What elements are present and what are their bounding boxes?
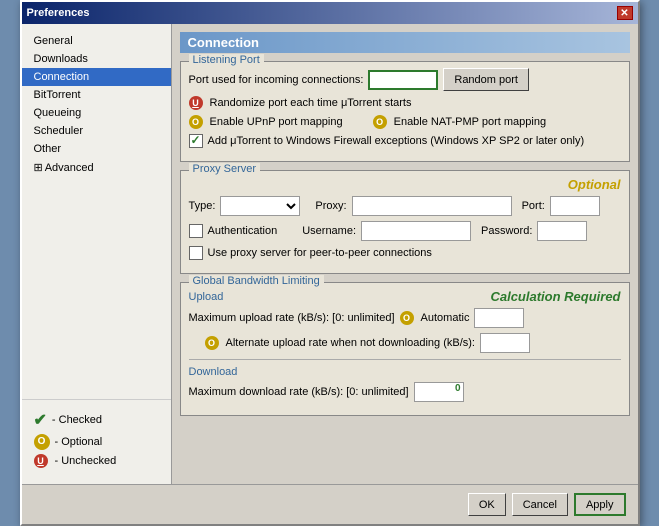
calc-required-text: Calculation Required: [490, 289, 620, 304]
firewall-checkbox[interactable]: [189, 134, 203, 148]
port-input[interactable]: [368, 70, 438, 90]
password-input[interactable]: [537, 221, 587, 241]
port-used-label: Port used for incoming connections:: [189, 74, 364, 86]
optional-text: Optional: [568, 177, 621, 192]
max-upload-label: Maximum upload rate (kB/s): [0: unlimite…: [189, 312, 395, 324]
proxy-server-group: Proxy Server Optional Type: Proxy: Port:: [180, 170, 630, 274]
proxy-port-input[interactable]: [550, 196, 600, 216]
type-label: Type:: [189, 200, 216, 212]
main-content: Connection Listening Port Port used for …: [172, 24, 638, 484]
alt-upload-label: Alternate upload rate when not downloadi…: [226, 337, 476, 349]
proxy-type-row: Type: Proxy: Port:: [189, 196, 621, 216]
peer-proxy-label: Use proxy server for peer-to-peer connec…: [208, 247, 432, 259]
dialog-body: General Downloads Connection BitTorrent …: [22, 24, 638, 484]
listening-port-label: Listening Port: [189, 54, 264, 66]
firewall-label: Add μTorrent to Windows Firewall excepti…: [208, 135, 585, 147]
upnp-row: O Enable UPnP port mapping O Enable NAT-…: [189, 115, 621, 129]
sidebar-item-other[interactable]: Other: [22, 140, 171, 158]
sidebar-item-scheduler[interactable]: Scheduler: [22, 122, 171, 140]
automatic-radio-icon[interactable]: O: [400, 311, 414, 325]
max-download-row: Maximum download rate (kB/s): [0: unlimi…: [189, 382, 621, 402]
username-input[interactable]: [361, 221, 471, 241]
proxy-label: Proxy:: [315, 200, 346, 212]
ok-button[interactable]: OK: [468, 493, 506, 516]
password-label: Password:: [481, 225, 532, 237]
sidebar-item-bittorrent[interactable]: BitTorrent: [22, 86, 171, 104]
natpmp-radio-icon[interactable]: O: [373, 115, 387, 129]
legend-section: ✔ - Checked O - Optional U - Unchecked: [22, 399, 171, 484]
upnp-label: Enable UPnP port mapping: [210, 116, 343, 128]
legend-optional: O - Optional: [34, 434, 159, 450]
natpmp-label: Enable NAT-PMP port mapping: [394, 116, 546, 128]
firewall-row: Add μTorrent to Windows Firewall excepti…: [189, 134, 621, 148]
port-row: Port used for incoming connections: Rand…: [189, 68, 621, 91]
max-download-label: Maximum download rate (kB/s): [0: unlimi…: [189, 386, 409, 398]
randomize-row: U Randomize port each time μTorrent star…: [189, 96, 621, 110]
random-port-button[interactable]: Random port: [443, 68, 529, 91]
expand-icon: ⊞: [34, 161, 43, 174]
randomize-label: Randomize port each time μTorrent starts: [210, 97, 412, 109]
title-bar: Preferences ✕: [22, 2, 638, 24]
close-button[interactable]: ✕: [617, 6, 633, 20]
legend-checked: ✔ - Checked: [34, 410, 159, 430]
proxy-server-label: Proxy Server: [189, 163, 261, 175]
checkmark-icon: ✔: [34, 410, 47, 430]
listening-port-group: Listening Port Port used for incoming co…: [180, 61, 630, 162]
upload-sublabel: Upload: [189, 291, 224, 303]
section-header: Connection: [180, 32, 630, 53]
preferences-dialog: Preferences ✕ General Downloads Connecti…: [20, 0, 640, 526]
sidebar-item-general[interactable]: General: [22, 32, 171, 50]
sidebar: General Downloads Connection BitTorrent …: [22, 24, 172, 484]
download-value: 0: [455, 383, 461, 394]
uncheck-icon: U: [34, 454, 48, 468]
auth-checkbox[interactable]: [189, 224, 203, 238]
legend-unchecked: U - Unchecked: [34, 454, 159, 468]
alt-upload-row: O Alternate upload rate when not downloa…: [189, 333, 621, 353]
optional-icon: O: [34, 434, 50, 450]
randomize-radio-icon[interactable]: U: [189, 96, 203, 110]
max-upload-row: Maximum upload rate (kB/s): [0: unlimite…: [189, 308, 621, 328]
alt-upload-radio-icon[interactable]: O: [205, 336, 219, 350]
sidebar-item-advanced[interactable]: ⊞ Advanced: [22, 158, 171, 177]
apply-button[interactable]: Apply: [574, 493, 626, 516]
max-upload-input[interactable]: [474, 308, 524, 328]
username-label: Username:: [302, 225, 356, 237]
bandwidth-group: Global Bandwidth Limiting Upload Calcula…: [180, 282, 630, 416]
proxy-input[interactable]: [352, 196, 512, 216]
peer-proxy-row: Use proxy server for peer-to-peer connec…: [189, 246, 621, 260]
download-sublabel: Download: [189, 366, 621, 378]
port-label: Port:: [522, 200, 545, 212]
dialog-title: Preferences: [27, 7, 90, 19]
sidebar-item-connection[interactable]: Connection: [22, 68, 171, 86]
alt-upload-input[interactable]: [480, 333, 530, 353]
auth-label: Authentication: [208, 225, 278, 237]
auth-row: Authentication Username: Password:: [189, 221, 621, 241]
sidebar-nav: General Downloads Connection BitTorrent …: [22, 24, 171, 399]
cancel-button[interactable]: Cancel: [512, 493, 568, 516]
type-select[interactable]: [220, 196, 300, 216]
max-download-input-wrapper: 0: [414, 382, 464, 402]
sidebar-item-downloads[interactable]: Downloads: [22, 50, 171, 68]
bandwidth-label: Global Bandwidth Limiting: [189, 275, 324, 287]
footer-bar: OK Cancel Apply: [22, 484, 638, 524]
automatic-label: Automatic: [421, 312, 470, 324]
sidebar-item-queueing[interactable]: Queueing: [22, 104, 171, 122]
upnp-radio-icon[interactable]: O: [189, 115, 203, 129]
peer-proxy-checkbox[interactable]: [189, 246, 203, 260]
